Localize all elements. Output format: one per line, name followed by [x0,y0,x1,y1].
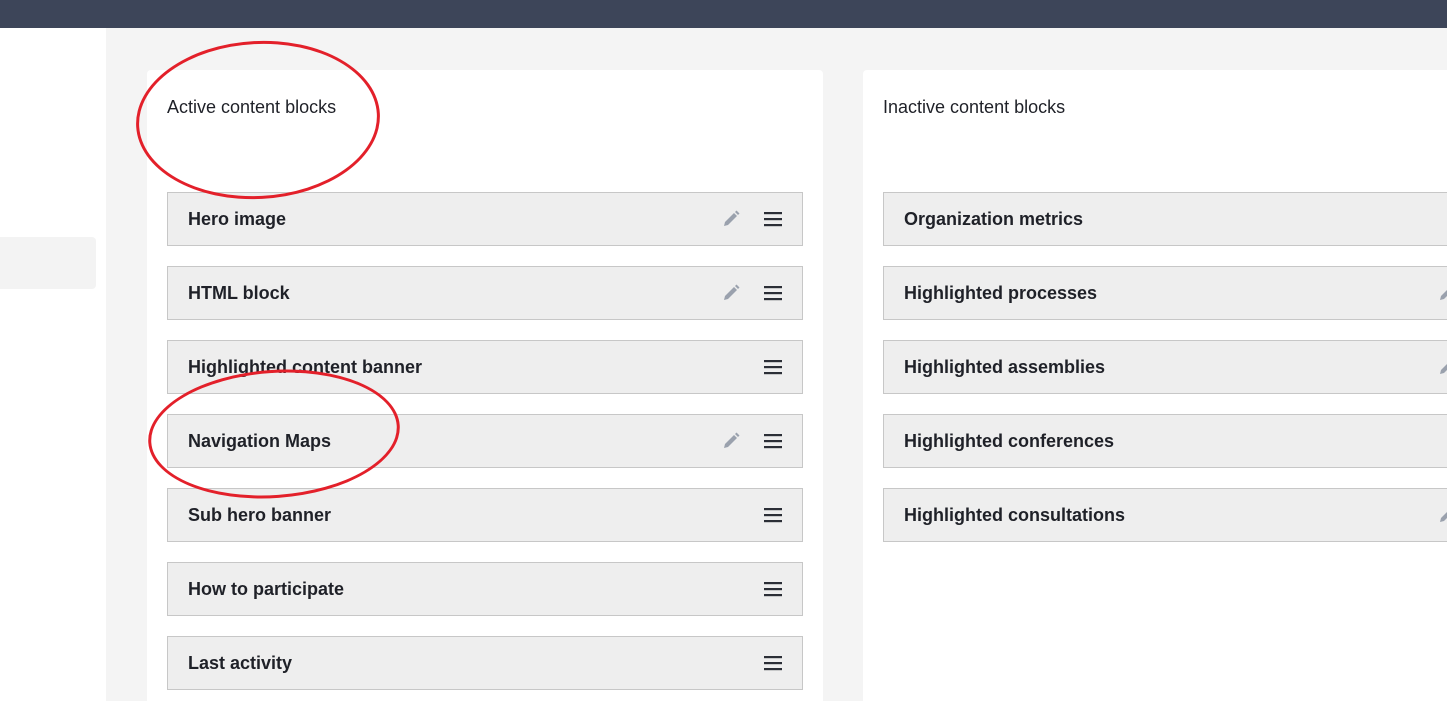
drag-handle-icon[interactable] [764,580,782,598]
active-block-navigation-maps[interactable]: Navigation Maps [167,414,803,468]
block-label: How to participate [188,578,345,599]
block-label: Last activity [188,652,293,673]
active-block-highlighted-content-banner[interactable]: Highlighted content banner [167,340,803,394]
block-label: Highlighted processes [904,282,1098,303]
top-navigation-bar [0,0,1447,28]
active-block-hero-image[interactable]: Hero image [167,192,803,246]
active-block-last-activity[interactable]: Last activity [167,636,803,690]
inactive-block-highlighted-conferences[interactable]: Highlighted conferences [883,414,1447,468]
drag-handle-icon[interactable] [764,654,782,672]
active-block-html-block[interactable]: HTML block [167,266,803,320]
inactive-block-highlighted-assemblies[interactable]: Highlighted assemblies [883,340,1447,394]
inactive-blocks-title: Inactive content blocks [883,97,1066,117]
active-blocks-title: Active content blocks [167,97,337,117]
block-label: Highlighted content banner [188,356,422,377]
block-label: Highlighted conferences [904,430,1115,451]
block-label: Highlighted consultations [904,504,1125,525]
sidebar-item-selected[interactable] [0,237,96,289]
drag-handle-icon[interactable] [764,506,782,524]
block-label: Organization metrics [904,208,1084,229]
inactive-block-highlighted-processes[interactable]: Highlighted processes [883,266,1447,320]
pencil-icon[interactable] [721,431,741,451]
drag-handle-icon[interactable] [764,432,782,450]
pencil-icon[interactable] [1437,283,1447,303]
pencil-icon[interactable] [1437,357,1447,377]
block-label: Highlighted assemblies [904,356,1106,377]
drag-handle-icon[interactable] [764,284,782,302]
block-label: Hero image [188,208,287,229]
block-label: Navigation Maps [188,430,332,451]
sidebar [0,28,106,701]
active-block-sub-hero-banner[interactable]: Sub hero banner [167,488,803,542]
pencil-icon[interactable] [721,283,741,303]
inactive-block-organization-metrics[interactable]: Organization metrics [883,192,1447,246]
block-label: HTML block [188,282,290,303]
drag-handle-icon[interactable] [764,210,782,228]
pencil-icon[interactable] [721,209,741,229]
drag-handle-icon[interactable] [764,358,782,376]
block-label: Sub hero banner [188,504,332,525]
active-block-how-to-participate[interactable]: How to participate [167,562,803,616]
pencil-icon[interactable] [1437,505,1447,525]
inactive-block-highlighted-consultations[interactable]: Highlighted consultations [883,488,1447,542]
